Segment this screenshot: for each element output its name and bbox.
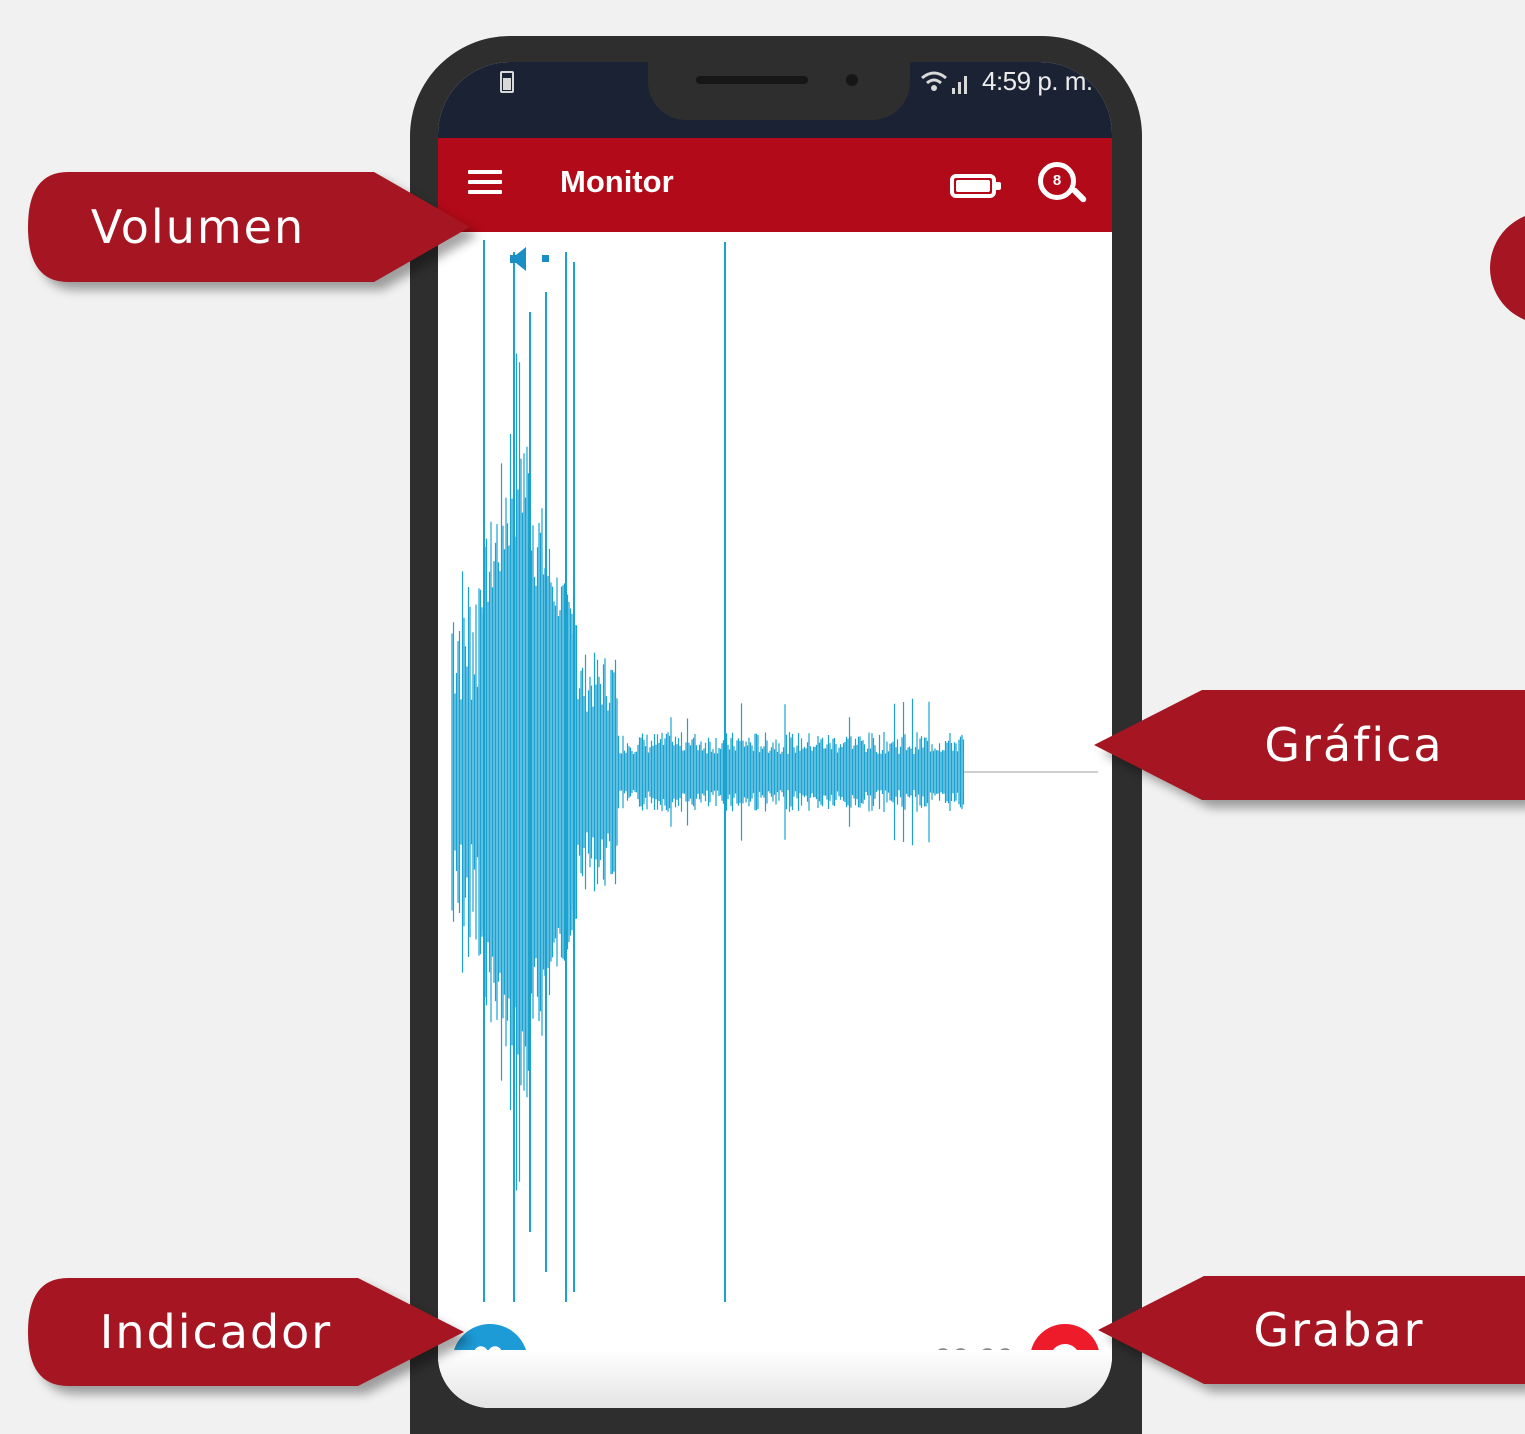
callout-indicador: Indicador <box>28 1278 464 1386</box>
waveform-trace <box>451 353 965 1191</box>
phone-notch <box>648 62 910 120</box>
phone-frame: 4:59 p. m. Monitor 8 <box>410 36 1142 1434</box>
waveform-graph <box>451 240 1098 1302</box>
navigation-strip <box>438 1350 1112 1408</box>
status-bar: 4:59 p. m. <box>438 62 1112 138</box>
callout-grafica-label: Gráfica <box>1264 718 1444 772</box>
callout-indicador-label: Indicador <box>99 1305 333 1359</box>
signal-icon <box>921 71 967 94</box>
battery-icon[interactable] <box>950 174 1001 198</box>
status-clock: 4:59 p. m. <box>982 66 1093 96</box>
zoom-badge: 8 <box>1038 162 1076 200</box>
callout-grafica: Gráfica <box>1094 690 1525 800</box>
front-camera <box>846 74 858 86</box>
earpiece-speaker <box>696 76 808 84</box>
app-bar: Monitor 8 <box>438 138 1112 232</box>
callout-partial <box>1490 212 1525 324</box>
callout-volumen: Volumen <box>28 172 470 282</box>
volume-icon[interactable] <box>510 246 554 272</box>
menu-icon[interactable] <box>468 170 502 198</box>
callout-grabar: Grabar <box>1098 1276 1525 1384</box>
waveform-area: 00:00 <box>438 232 1112 1408</box>
status-battery-icon <box>500 71 514 93</box>
callout-volumen-label: Volumen <box>90 200 306 254</box>
phone-screen: 4:59 p. m. Monitor 8 <box>438 62 1112 1408</box>
callout-grabar-label: Grabar <box>1253 1303 1425 1357</box>
page-title: Monitor <box>560 164 674 199</box>
zoom-icon[interactable]: 8 <box>1038 162 1088 212</box>
